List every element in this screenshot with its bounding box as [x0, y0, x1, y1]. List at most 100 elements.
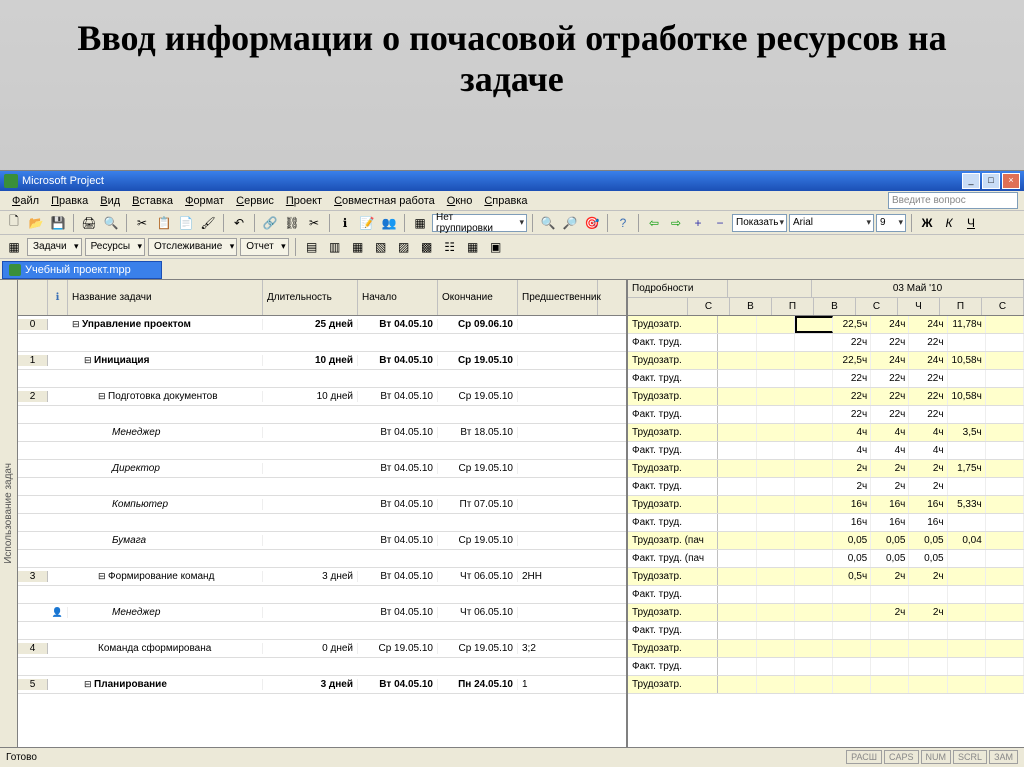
close-button[interactable]: ×	[1002, 173, 1020, 189]
detail-row[interactable]: Факт. труд.4ч4ч4ч	[628, 442, 1024, 460]
bold-button[interactable]: Ж	[917, 213, 937, 233]
menu-Проект[interactable]: Проект	[280, 193, 328, 209]
italic-button[interactable]: К	[939, 213, 959, 233]
unlink-button[interactable]: ⛓	[282, 213, 302, 233]
menu-Совместная работа[interactable]: Совместная работа	[328, 193, 441, 209]
task-row[interactable]	[18, 658, 626, 676]
detail-row[interactable]: Трудозатр.2ч2ч	[628, 604, 1024, 622]
link-button[interactable]: 🔗	[260, 213, 280, 233]
col-duration[interactable]: Длительность	[263, 280, 358, 315]
format-painter-button[interactable]: 🖌	[198, 213, 218, 233]
col-end[interactable]: Окончание	[438, 280, 518, 315]
arrow-right-button[interactable]: ⇨	[666, 213, 686, 233]
menu-Формат[interactable]: Формат	[179, 193, 230, 209]
detail-row[interactable]: Трудозатр.22,5ч24ч24ч11,78ч	[628, 316, 1024, 334]
task-grid[interactable]: ℹ Название задачи Длительность Начало Ок…	[18, 280, 628, 747]
day-header[interactable]: С	[688, 298, 730, 315]
report-chip[interactable]: Отчет	[240, 238, 288, 256]
help-button[interactable]: ?	[613, 213, 633, 233]
maximize-button[interactable]: □	[982, 173, 1000, 189]
day-header[interactable]: П	[772, 298, 814, 315]
arrow-left-button[interactable]: ⇦	[644, 213, 664, 233]
detail-row[interactable]: Трудозатр.	[628, 676, 1024, 694]
detail-row[interactable]: Факт. труд.16ч16ч16ч	[628, 514, 1024, 532]
split-button[interactable]: ✂	[304, 213, 324, 233]
task-row[interactable]	[18, 622, 626, 640]
goto-button[interactable]: 🎯	[582, 213, 602, 233]
detail-row[interactable]: Трудозатр.16ч16ч16ч5,33ч	[628, 496, 1024, 514]
group-button[interactable]: ▦	[410, 213, 430, 233]
cut-button[interactable]: ✂	[132, 213, 152, 233]
detail-row[interactable]: Трудозатр.0,5ч2ч2ч	[628, 568, 1024, 586]
task-row[interactable]	[18, 478, 626, 496]
document-tab[interactable]: Учебный проект.mpp	[2, 261, 162, 279]
detail-row[interactable]: Факт. труд.22ч22ч22ч	[628, 370, 1024, 388]
view7-button[interactable]: ☷	[440, 237, 460, 257]
resources-chip[interactable]: Ресурсы	[85, 238, 145, 256]
task-row[interactable]: БумагаВт 04.05.10Ср 19.05.10	[18, 532, 626, 550]
minimize-button[interactable]: _	[962, 173, 980, 189]
menu-Вид[interactable]: Вид	[94, 193, 126, 209]
detail-row[interactable]: Факт. труд.22ч22ч22ч	[628, 334, 1024, 352]
zoom-out-button[interactable]: 🔎	[560, 213, 580, 233]
copy-button[interactable]: 📋	[154, 213, 174, 233]
zoom-in-button[interactable]: 🔍	[538, 213, 558, 233]
detail-row[interactable]: Трудозатр. (пач0,050,050,050,04	[628, 532, 1024, 550]
timephased-grid[interactable]: Подробности 03 Май '10 СВПВСЧПС Трудозат…	[628, 280, 1024, 747]
day-header[interactable]: С	[982, 298, 1024, 315]
view9-button[interactable]: ▣	[486, 237, 506, 257]
menu-Справка[interactable]: Справка	[478, 193, 533, 209]
minus-button[interactable]: −	[710, 213, 730, 233]
detail-row[interactable]: Факт. труд.	[628, 658, 1024, 676]
detail-header[interactable]: Подробности	[628, 280, 728, 297]
new-button[interactable]: 🗋	[4, 213, 24, 233]
task-row[interactable]: 0Управление проектом25 днейВт 04.05.10Ср…	[18, 316, 626, 334]
menu-Файл[interactable]: Файл	[6, 193, 45, 209]
open-button[interactable]: 📂	[26, 213, 46, 233]
detail-row[interactable]: Факт. труд. (пач0,050,050,05	[628, 550, 1024, 568]
task-row[interactable]: КомпьютерВт 04.05.10Пт 07.05.10	[18, 496, 626, 514]
help-search-input[interactable]	[888, 192, 1018, 209]
view5-button[interactable]: ▨	[394, 237, 414, 257]
plus-button[interactable]: +	[688, 213, 708, 233]
task-row[interactable]	[18, 550, 626, 568]
task-row[interactable]: 3Формирование команд3 днейВт 04.05.10Чт …	[18, 568, 626, 586]
task-row[interactable]: 1Инициация10 днейВт 04.05.10Ср 19.05.10	[18, 352, 626, 370]
task-row[interactable]: МенеджерВт 04.05.10Вт 18.05.10	[18, 424, 626, 442]
task-row[interactable]	[18, 406, 626, 424]
grouping-combo[interactable]: Нет группировки	[432, 214, 527, 232]
detail-row[interactable]: Факт. труд.2ч2ч2ч	[628, 478, 1024, 496]
task-row[interactable]	[18, 514, 626, 532]
detail-row[interactable]: Трудозатр.	[628, 640, 1024, 658]
info-button[interactable]: ℹ	[335, 213, 355, 233]
paste-button[interactable]: 📄	[176, 213, 196, 233]
task-row[interactable]: ДиректорВт 04.05.10Ср 19.05.10	[18, 460, 626, 478]
view6-button[interactable]: ▩	[417, 237, 437, 257]
task-row[interactable]: 5Планирование3 днейВт 04.05.10Пн 24.05.1…	[18, 676, 626, 694]
detail-row[interactable]: Трудозатр.22,5ч24ч24ч10,58ч	[628, 352, 1024, 370]
save-button[interactable]: 💾	[48, 213, 68, 233]
detail-row[interactable]: Факт. труд.	[628, 622, 1024, 640]
task-row[interactable]: 4Команда сформирована0 днейСр 19.05.10Ср…	[18, 640, 626, 658]
view1-button[interactable]: ▤	[302, 237, 322, 257]
col-pred[interactable]: Предшественник	[518, 280, 598, 315]
menu-Окно[interactable]: Окно	[441, 193, 479, 209]
preview-button[interactable]: 🔍	[101, 213, 121, 233]
undo-button[interactable]: ↶	[229, 213, 249, 233]
detail-row[interactable]: Трудозатр.22ч22ч22ч10,58ч	[628, 388, 1024, 406]
assign-button[interactable]: 👥	[379, 213, 399, 233]
detail-row[interactable]: Факт. труд.22ч22ч22ч	[628, 406, 1024, 424]
task-row[interactable]	[18, 370, 626, 388]
task-row[interactable]: 2Подготовка документов10 днейВт 04.05.10…	[18, 388, 626, 406]
day-header[interactable]: В	[814, 298, 856, 315]
day-header[interactable]: Ч	[898, 298, 940, 315]
view3-button[interactable]: ▦	[348, 237, 368, 257]
view-vertical-tab[interactable]: Использование задач	[0, 280, 18, 747]
task-row[interactable]: 👤МенеджерВт 04.05.10Чт 06.05.10	[18, 604, 626, 622]
day-header[interactable]: С	[856, 298, 898, 315]
detail-row[interactable]: Трудозатр.2ч2ч2ч1,75ч	[628, 460, 1024, 478]
menu-Сервис[interactable]: Сервис	[230, 193, 280, 209]
views-icon[interactable]: ▦	[4, 237, 24, 257]
print-button[interactable]: 🖨	[79, 213, 99, 233]
menu-Вставка[interactable]: Вставка	[126, 193, 179, 209]
